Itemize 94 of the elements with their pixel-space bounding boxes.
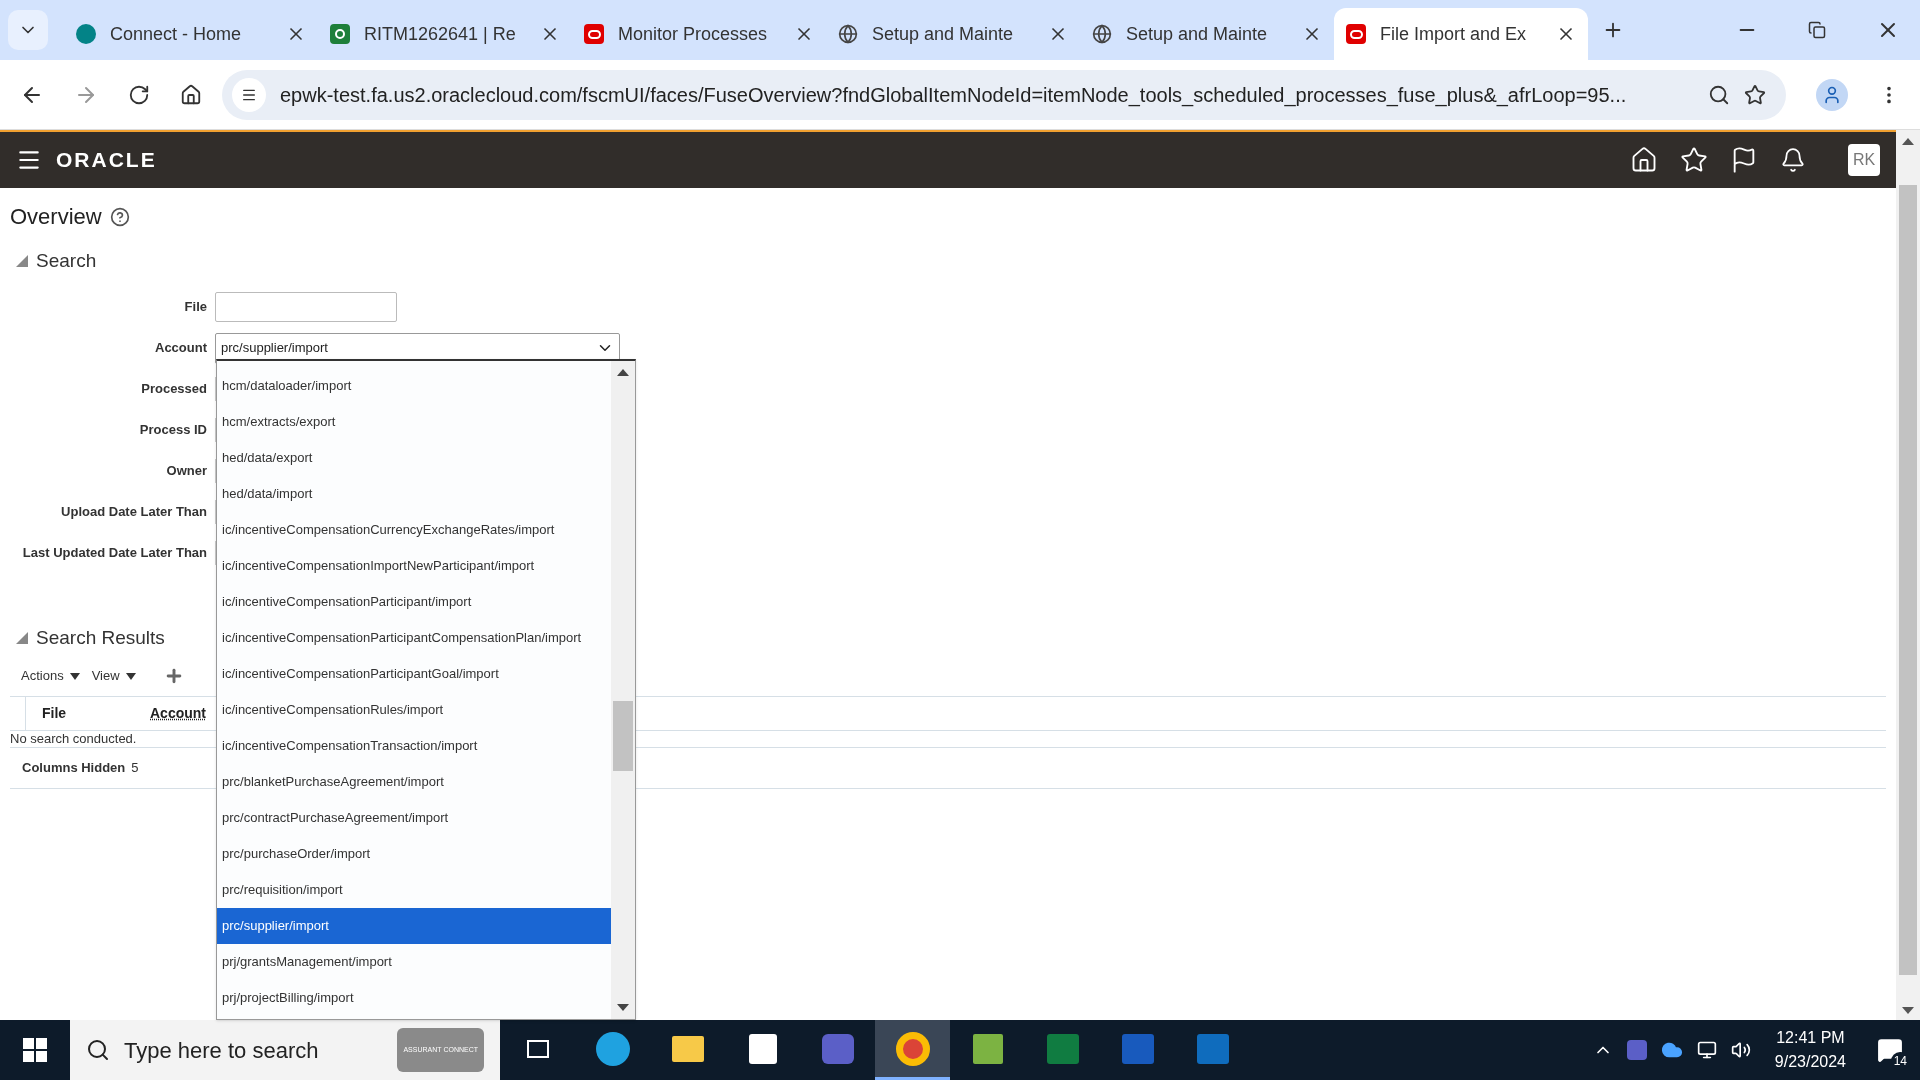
dropdown-option[interactable]: hed/data/export <box>217 440 611 476</box>
scroll-up-arrow-icon[interactable] <box>617 369 629 376</box>
restore-icon[interactable] <box>1808 21 1826 39</box>
scrollbar-thumb[interactable] <box>613 701 633 771</box>
task-view-icon <box>526 1039 549 1058</box>
dropdown-option[interactable]: prc/purchaseOrder/import <box>217 836 611 872</box>
tab-title: Monitor Processes <box>618 22 769 46</box>
field-label: Process ID <box>138 421 207 440</box>
oracle-icon <box>1346 24 1366 44</box>
tab-title: Setup and Mainte <box>1126 22 1269 46</box>
dropdown-option[interactable]: prc/contractPurchaseAgreement/import <box>217 800 611 836</box>
field-label: Owner <box>165 462 207 481</box>
field-label: Upload Date Later Than <box>60 503 207 522</box>
teams-icon <box>821 1033 854 1064</box>
toolbar-menu[interactable]: Actions <box>21 666 80 686</box>
dropdown-option[interactable]: hcm/extracts/export <box>217 404 611 440</box>
dropdown-option[interactable]: prc/blanketPurchaseAgreement/import <box>217 764 611 800</box>
field-label: Account <box>154 339 207 358</box>
columns-hidden-label: Columns Hidden <box>22 759 126 778</box>
outlook-icon <box>1196 1033 1229 1064</box>
browser-tab[interactable]: Setup and Mainte <box>1080 8 1334 60</box>
dropdown-option[interactable]: ic/incentiveCompensationParticipantGoal/import <box>217 656 611 692</box>
scrollbar-thumb[interactable] <box>1899 185 1917 975</box>
column-header[interactable]: Account <box>150 703 206 724</box>
scrollbar[interactable] <box>611 361 635 1019</box>
browser-tab[interactable]: File Import and Ex <box>1334 8 1588 60</box>
site-settings-icon[interactable] <box>232 77 266 112</box>
tab-title: Connect - Home <box>110 22 243 46</box>
home-icon[interactable] <box>1630 146 1658 174</box>
tab-title: RITM1262641 | Re <box>364 22 517 46</box>
profile-icon[interactable] <box>1816 78 1848 111</box>
dropdown-option[interactable]: prc/supplier/import <box>217 908 611 944</box>
scroll-up-arrow-icon[interactable] <box>1902 138 1914 145</box>
url-text: epwk-test.fa.us2.oraclecloud.com/fscmUI/faces/FuseOverview?fndGlobalItemNodeId=itemNode_tools_scheduled_processes_fuse_plus&_afrLoop=95... <box>280 82 1628 109</box>
dropdown-option[interactable]: hcm/dataloader/import <box>217 368 611 404</box>
browser-tab[interactable]: Connect - Home <box>64 8 318 60</box>
empty-table-message: No search conducted. <box>10 730 137 749</box>
tab-title: Setup and Mainte <box>872 22 1015 46</box>
ring-icon <box>330 24 350 44</box>
bookmark-icon[interactable] <box>1744 83 1766 106</box>
zoom-icon[interactable] <box>1708 83 1730 106</box>
search-icon <box>86 1038 110 1062</box>
page-scrollbar[interactable] <box>1896 130 1920 1020</box>
volume-icon[interactable] <box>1730 1040 1751 1060</box>
word-icon <box>1121 1033 1154 1064</box>
dropdown-option[interactable]: hed/data/import <box>217 476 611 512</box>
reload-icon[interactable] <box>128 83 150 106</box>
globe-icon <box>1092 24 1112 44</box>
dropdown-option[interactable]: ic/incentiveCompensationRules/import <box>217 692 611 728</box>
scroll-down-arrow-icon[interactable] <box>617 1004 629 1011</box>
dropdown-option[interactable]: prj/projectBilling/import <box>217 980 611 1016</box>
sharepoint-icon <box>76 24 96 44</box>
file-input[interactable] <box>215 292 397 322</box>
home-icon[interactable] <box>180 83 202 106</box>
collapse-triangle-icon[interactable] <box>16 255 28 268</box>
chrome-icon <box>895 1031 930 1066</box>
column-header[interactable]: File <box>42 703 150 724</box>
field-label: Last Updated Date Later Than <box>21 544 207 563</box>
dropdown-option[interactable]: ic/incentiveCompensationCurrencyExchangeRates/import <box>217 512 611 548</box>
help-icon[interactable] <box>109 206 130 227</box>
dropdown-option[interactable]: ic/incentiveCompensationParticipantCompensationPlan/import <box>217 620 611 656</box>
tab-title: File Import and Ex <box>1380 22 1528 46</box>
browser-tab[interactable]: RITM1262641 | Re <box>318 8 572 60</box>
favorites-icon[interactable] <box>1680 146 1708 174</box>
toolbar-menu[interactable]: View <box>91 666 136 686</box>
oracle-logo: ORACLE <box>56 147 157 174</box>
dropdown-option[interactable]: ic/incentiveCompensationImportNewParticipant/import <box>217 548 611 584</box>
section-heading: Search Results <box>36 625 165 650</box>
dropdown-option[interactable]: ic/incentiveCompensationTransaction/import <box>217 728 611 764</box>
page-title: Overview <box>10 203 102 231</box>
network-icon[interactable] <box>1696 1040 1717 1060</box>
notepad-icon <box>972 1033 1003 1064</box>
section-heading: Search <box>36 249 97 273</box>
clock-time[interactable]: 12:41 PM <box>1776 1026 1845 1050</box>
address-bar[interactable]: epwk-test.fa.us2.oraclecloud.com/fscmUI/faces/FuseOverview?fndGlobalItemNodeId=itemNode_tools_scheduled_processes_fuse_plus&_afrLoop=95... <box>222 69 1786 120</box>
user-avatar[interactable]: RK <box>1848 144 1880 176</box>
dropdown-option[interactable]: prj/grantsManagement/import <box>217 944 611 980</box>
collapse-triangle-icon[interactable] <box>16 631 28 644</box>
field-label: File <box>183 298 207 317</box>
clock-date[interactable]: 9/23/2024 <box>1774 1050 1846 1074</box>
excel-icon <box>1046 1033 1079 1064</box>
dropdown-option[interactable]: ic/incentiveCompensationParticipant/import <box>217 584 611 620</box>
folder-icon <box>671 1035 704 1062</box>
store-icon <box>748 1033 777 1064</box>
columns-hidden-count: 5 <box>131 759 139 778</box>
notifications-icon[interactable] <box>1780 147 1806 173</box>
teams-tray-icon[interactable] <box>1626 1040 1647 1060</box>
dropdown-option[interactable]: prc/requisition/import <box>217 872 611 908</box>
browser-tab[interactable]: Setup and Mainte <box>826 8 1080 60</box>
field-label: Processed <box>140 380 207 399</box>
oracle-icon <box>584 24 604 44</box>
edge-icon <box>595 1031 630 1066</box>
globe-icon <box>838 24 858 44</box>
browser-tab[interactable]: Monitor Processes <box>572 8 826 60</box>
